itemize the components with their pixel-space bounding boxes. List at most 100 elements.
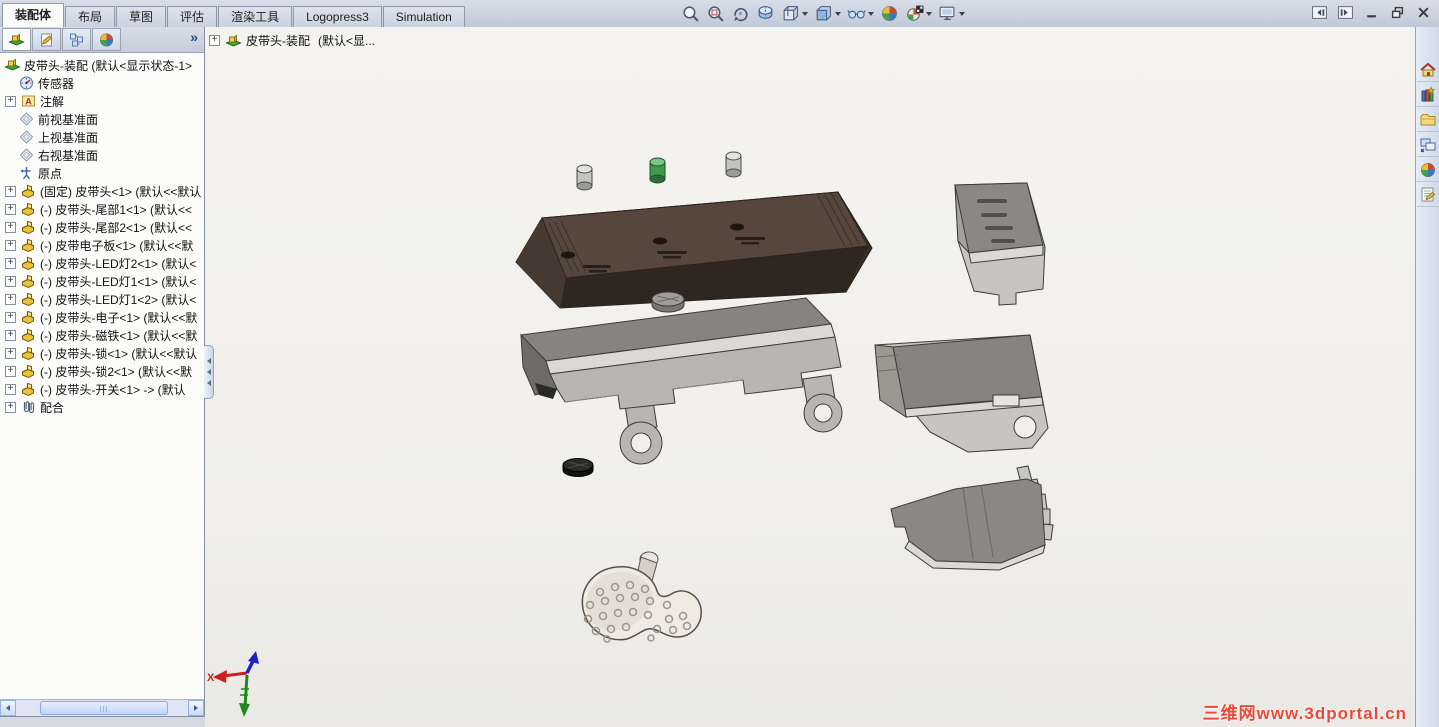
dropdown-caret-icon[interactable] xyxy=(959,11,965,16)
ribbon-tab[interactable]: Logopress3 xyxy=(293,6,382,27)
part-bracket-mid-right[interactable] xyxy=(874,334,1049,453)
zoom-fit-icon[interactable] xyxy=(678,1,703,27)
expand-plus-icon[interactable] xyxy=(5,346,16,360)
ribbon-tab[interactable]: Simulation xyxy=(382,6,465,27)
custom-properties-icon[interactable] xyxy=(1416,184,1439,207)
expand-plus-icon[interactable] xyxy=(5,382,16,396)
dropdown-caret-icon[interactable] xyxy=(835,11,841,16)
tree-item-label: 配合 xyxy=(40,400,65,415)
tree-item[interactable]: (-) 皮带电子板<1> (默认<<默 xyxy=(0,236,204,254)
part-main-body[interactable] xyxy=(519,297,843,465)
assembly-icon xyxy=(4,57,21,73)
expand-plus-icon[interactable] xyxy=(5,274,16,288)
tree-item[interactable]: (-) 皮带头-LED灯1<2> (默认< xyxy=(0,290,204,308)
part-switch-knob[interactable] xyxy=(581,551,702,643)
plane-icon xyxy=(18,129,35,145)
tree-item-label: (-) 皮带电子板<1> (默认<<默 xyxy=(40,238,194,253)
part-led-cap-gray-1[interactable] xyxy=(576,164,593,191)
panel-overflow-chevron[interactable]: » xyxy=(190,29,198,45)
ribbon-tab[interactable]: 渲染工具 xyxy=(218,6,293,27)
dropdown-caret-icon[interactable] xyxy=(868,11,874,16)
restore-button[interactable] xyxy=(1387,3,1407,21)
scroll-right-arrow-icon[interactable] xyxy=(188,700,204,716)
expand-plus-icon[interactable] xyxy=(5,364,16,378)
scroll-thumb[interactable] xyxy=(40,701,168,715)
breadcrumb-expander[interactable] xyxy=(209,33,220,47)
home-icon[interactable] xyxy=(1416,59,1439,82)
display-style-icon[interactable] xyxy=(811,1,844,27)
tree-item[interactable]: (固定) 皮带头<1> (默认<<默认 xyxy=(0,182,204,200)
part-top-cover[interactable] xyxy=(515,191,873,309)
expand-plus-icon[interactable] xyxy=(5,292,16,306)
propertymanager-tab[interactable] xyxy=(32,28,61,51)
ribbon-tab[interactable]: 评估 xyxy=(167,6,218,27)
ribbon-tab[interactable]: 草图 xyxy=(116,6,167,27)
zoom-area-icon[interactable] xyxy=(703,1,728,27)
breadcrumb-label: 皮带头-装配 xyxy=(246,34,310,48)
expand-plus-icon[interactable] xyxy=(5,220,16,234)
tree-item-label: 右视基准面 xyxy=(38,148,99,163)
tree-item[interactable]: 皮带头-装配 (默认<显示状态-1> xyxy=(0,56,204,74)
expand-plus-icon[interactable] xyxy=(5,238,16,252)
expand-plus-icon[interactable] xyxy=(5,184,16,198)
hide-show-icon[interactable] xyxy=(844,1,877,27)
tree-item[interactable]: (-) 皮带头-LED灯2<1> (默认< xyxy=(0,254,204,272)
view-orientation-icon[interactable] xyxy=(778,1,811,27)
tree-item-label: (固定) 皮带头<1> (默认<<默认 xyxy=(40,184,202,199)
tree-item[interactable]: 配合 xyxy=(0,398,204,416)
part-comb[interactable] xyxy=(890,465,1054,571)
tree-item[interactable]: (-) 皮带头-锁<1> (默认<<默认 xyxy=(0,344,204,362)
displaymanager-tab[interactable] xyxy=(92,28,121,51)
tree-item[interactable]: (-) 皮带头-电子<1> (默认<<默 xyxy=(0,308,204,326)
tree-item[interactable]: (-) 皮带头-LED灯1<1> (默认< xyxy=(0,272,204,290)
part-icon xyxy=(20,327,37,343)
tree-item[interactable]: 传感器 xyxy=(0,74,204,92)
minimize-button[interactable] xyxy=(1361,3,1381,21)
expand-plus-icon[interactable] xyxy=(5,256,16,270)
ribbon-tab[interactable]: 装配体 xyxy=(2,3,65,27)
tree-item[interactable]: 右视基准面 xyxy=(0,146,204,164)
scroll-track[interactable] xyxy=(16,700,188,716)
part-magnet-disk[interactable] xyxy=(651,291,685,313)
view-settings-icon[interactable] xyxy=(935,1,968,27)
appearances-icon[interactable] xyxy=(1416,159,1439,182)
part-icon xyxy=(20,219,37,235)
expand-plus-icon[interactable] xyxy=(5,328,16,342)
tree-item[interactable]: (-) 皮带头-开关<1> -> (默认 xyxy=(0,380,204,398)
ribbon-tab[interactable]: 布局 xyxy=(65,6,116,27)
tree-item[interactable]: 前视基准面 xyxy=(0,110,204,128)
configurationmanager-tab[interactable] xyxy=(62,28,91,51)
rotate-view-icon[interactable] xyxy=(728,1,753,27)
scroll-left-arrow-icon[interactable] xyxy=(0,700,16,716)
expand-plus-icon[interactable] xyxy=(5,400,16,414)
tree-item[interactable]: A 注解 xyxy=(0,92,204,110)
collapse-right-button[interactable] xyxy=(1335,3,1355,21)
tree-item[interactable]: (-) 皮带头-磁铁<1> (默认<<默 xyxy=(0,326,204,344)
file-explorer-icon[interactable] xyxy=(1416,109,1439,132)
section-view-icon[interactable] xyxy=(753,1,778,27)
part-led-cap-green[interactable] xyxy=(649,157,666,184)
tree-item[interactable]: (-) 皮带头-锁2<1> (默认<<默 xyxy=(0,362,204,380)
close-button[interactable] xyxy=(1413,3,1433,21)
expand-plus-icon[interactable] xyxy=(5,202,16,216)
part-bracket-top-right[interactable] xyxy=(954,182,1046,306)
view-palette-icon[interactable] xyxy=(1416,134,1439,157)
edit-appearance-icon[interactable] xyxy=(877,1,902,27)
panel-horizontal-scrollbar[interactable] xyxy=(0,699,204,716)
featuremanager-tab[interactable] xyxy=(2,28,31,51)
tree-item[interactable]: 原点 xyxy=(0,164,204,182)
tree-item[interactable]: 上视基准面 xyxy=(0,128,204,146)
collapse-left-button[interactable] xyxy=(1309,3,1329,21)
expand-plus-icon[interactable] xyxy=(5,310,16,324)
part-led-cap-gray-2[interactable] xyxy=(725,151,742,178)
part-black-disk[interactable] xyxy=(562,458,594,477)
dropdown-caret-icon[interactable] xyxy=(802,11,808,16)
design-library-icon[interactable] xyxy=(1416,84,1439,107)
tree-item[interactable]: (-) 皮带头-尾部2<1> (默认<< xyxy=(0,218,204,236)
graphics-viewport[interactable]: 皮带头-装配 (默认<显... xyxy=(205,27,1415,727)
dropdown-caret-icon[interactable] xyxy=(926,11,932,16)
apply-scene-icon[interactable] xyxy=(902,1,935,27)
tree-item[interactable]: (-) 皮带头-尾部1<1> (默认<< xyxy=(0,200,204,218)
panel-splitter-handle[interactable] xyxy=(204,345,214,399)
expand-plus-icon[interactable] xyxy=(5,94,16,108)
